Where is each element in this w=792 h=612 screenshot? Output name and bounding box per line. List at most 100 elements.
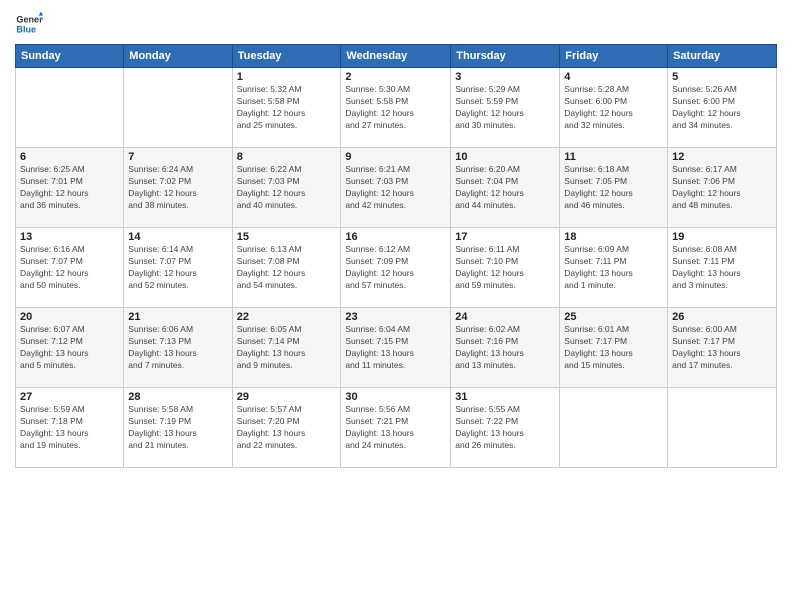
day-cell: 29Sunrise: 5:57 AM Sunset: 7:20 PM Dayli… xyxy=(232,388,341,468)
day-info: Sunrise: 5:28 AM Sunset: 6:00 PM Dayligh… xyxy=(564,84,663,132)
day-info: Sunrise: 5:26 AM Sunset: 6:00 PM Dayligh… xyxy=(672,84,772,132)
day-header-friday: Friday xyxy=(560,45,668,68)
day-info: Sunrise: 6:06 AM Sunset: 7:13 PM Dayligh… xyxy=(128,324,227,372)
day-number: 11 xyxy=(564,151,663,163)
logo-icon: General Blue xyxy=(15,10,43,38)
day-cell: 11Sunrise: 6:18 AM Sunset: 7:05 PM Dayli… xyxy=(560,148,668,228)
day-cell: 23Sunrise: 6:04 AM Sunset: 7:15 PM Dayli… xyxy=(341,308,451,388)
day-number: 1 xyxy=(237,71,337,83)
day-cell: 28Sunrise: 5:58 AM Sunset: 7:19 PM Dayli… xyxy=(124,388,232,468)
day-number: 31 xyxy=(455,391,555,403)
day-info: Sunrise: 6:00 AM Sunset: 7:17 PM Dayligh… xyxy=(672,324,772,372)
day-cell: 31Sunrise: 5:55 AM Sunset: 7:22 PM Dayli… xyxy=(451,388,560,468)
day-cell: 22Sunrise: 6:05 AM Sunset: 7:14 PM Dayli… xyxy=(232,308,341,388)
day-cell: 19Sunrise: 6:08 AM Sunset: 7:11 PM Dayli… xyxy=(668,228,777,308)
day-number: 21 xyxy=(128,311,227,323)
week-row-1: 6Sunrise: 6:25 AM Sunset: 7:01 PM Daylig… xyxy=(16,148,777,228)
day-number: 7 xyxy=(128,151,227,163)
day-info: Sunrise: 5:59 AM Sunset: 7:18 PM Dayligh… xyxy=(20,404,119,452)
day-header-saturday: Saturday xyxy=(668,45,777,68)
day-info: Sunrise: 6:14 AM Sunset: 7:07 PM Dayligh… xyxy=(128,244,227,292)
day-cell xyxy=(668,388,777,468)
day-info: Sunrise: 6:18 AM Sunset: 7:05 PM Dayligh… xyxy=(564,164,663,212)
day-cell: 1Sunrise: 5:32 AM Sunset: 5:58 PM Daylig… xyxy=(232,68,341,148)
day-number: 9 xyxy=(345,151,446,163)
day-info: Sunrise: 6:01 AM Sunset: 7:17 PM Dayligh… xyxy=(564,324,663,372)
day-number: 19 xyxy=(672,231,772,243)
day-info: Sunrise: 6:08 AM Sunset: 7:11 PM Dayligh… xyxy=(672,244,772,292)
day-number: 22 xyxy=(237,311,337,323)
header-row: SundayMondayTuesdayWednesdayThursdayFrid… xyxy=(16,45,777,68)
logo: General Blue xyxy=(15,10,43,38)
day-number: 10 xyxy=(455,151,555,163)
day-header-wednesday: Wednesday xyxy=(341,45,451,68)
day-number: 3 xyxy=(455,71,555,83)
day-number: 6 xyxy=(20,151,119,163)
calendar: SundayMondayTuesdayWednesdayThursdayFrid… xyxy=(15,44,777,468)
day-cell xyxy=(560,388,668,468)
day-cell: 8Sunrise: 6:22 AM Sunset: 7:03 PM Daylig… xyxy=(232,148,341,228)
day-cell: 16Sunrise: 6:12 AM Sunset: 7:09 PM Dayli… xyxy=(341,228,451,308)
svg-text:Blue: Blue xyxy=(16,24,36,34)
day-info: Sunrise: 6:07 AM Sunset: 7:12 PM Dayligh… xyxy=(20,324,119,372)
day-header-tuesday: Tuesday xyxy=(232,45,341,68)
day-number: 29 xyxy=(237,391,337,403)
day-number: 20 xyxy=(20,311,119,323)
day-cell: 14Sunrise: 6:14 AM Sunset: 7:07 PM Dayli… xyxy=(124,228,232,308)
day-cell: 15Sunrise: 6:13 AM Sunset: 7:08 PM Dayli… xyxy=(232,228,341,308)
day-header-sunday: Sunday xyxy=(16,45,124,68)
week-row-3: 20Sunrise: 6:07 AM Sunset: 7:12 PM Dayli… xyxy=(16,308,777,388)
day-number: 12 xyxy=(672,151,772,163)
day-number: 30 xyxy=(345,391,446,403)
day-number: 16 xyxy=(345,231,446,243)
day-cell: 7Sunrise: 6:24 AM Sunset: 7:02 PM Daylig… xyxy=(124,148,232,228)
day-info: Sunrise: 5:56 AM Sunset: 7:21 PM Dayligh… xyxy=(345,404,446,452)
day-info: Sunrise: 5:55 AM Sunset: 7:22 PM Dayligh… xyxy=(455,404,555,452)
day-header-monday: Monday xyxy=(124,45,232,68)
day-info: Sunrise: 6:12 AM Sunset: 7:09 PM Dayligh… xyxy=(345,244,446,292)
day-number: 27 xyxy=(20,391,119,403)
day-number: 17 xyxy=(455,231,555,243)
day-info: Sunrise: 5:58 AM Sunset: 7:19 PM Dayligh… xyxy=(128,404,227,452)
day-cell: 12Sunrise: 6:17 AM Sunset: 7:06 PM Dayli… xyxy=(668,148,777,228)
day-info: Sunrise: 6:20 AM Sunset: 7:04 PM Dayligh… xyxy=(455,164,555,212)
day-number: 26 xyxy=(672,311,772,323)
day-cell: 6Sunrise: 6:25 AM Sunset: 7:01 PM Daylig… xyxy=(16,148,124,228)
day-cell: 5Sunrise: 5:26 AM Sunset: 6:00 PM Daylig… xyxy=(668,68,777,148)
day-cell: 20Sunrise: 6:07 AM Sunset: 7:12 PM Dayli… xyxy=(16,308,124,388)
day-info: Sunrise: 6:17 AM Sunset: 7:06 PM Dayligh… xyxy=(672,164,772,212)
day-header-thursday: Thursday xyxy=(451,45,560,68)
week-row-4: 27Sunrise: 5:59 AM Sunset: 7:18 PM Dayli… xyxy=(16,388,777,468)
day-info: Sunrise: 6:25 AM Sunset: 7:01 PM Dayligh… xyxy=(20,164,119,212)
day-cell: 10Sunrise: 6:20 AM Sunset: 7:04 PM Dayli… xyxy=(451,148,560,228)
week-row-0: 1Sunrise: 5:32 AM Sunset: 5:58 PM Daylig… xyxy=(16,68,777,148)
day-cell xyxy=(16,68,124,148)
day-cell: 27Sunrise: 5:59 AM Sunset: 7:18 PM Dayli… xyxy=(16,388,124,468)
day-number: 28 xyxy=(128,391,227,403)
day-cell: 2Sunrise: 5:30 AM Sunset: 5:58 PM Daylig… xyxy=(341,68,451,148)
day-info: Sunrise: 6:02 AM Sunset: 7:16 PM Dayligh… xyxy=(455,324,555,372)
day-info: Sunrise: 6:04 AM Sunset: 7:15 PM Dayligh… xyxy=(345,324,446,372)
day-cell: 4Sunrise: 5:28 AM Sunset: 6:00 PM Daylig… xyxy=(560,68,668,148)
day-cell xyxy=(124,68,232,148)
day-number: 14 xyxy=(128,231,227,243)
day-cell: 13Sunrise: 6:16 AM Sunset: 7:07 PM Dayli… xyxy=(16,228,124,308)
day-number: 15 xyxy=(237,231,337,243)
day-number: 8 xyxy=(237,151,337,163)
day-cell: 30Sunrise: 5:56 AM Sunset: 7:21 PM Dayli… xyxy=(341,388,451,468)
day-cell: 9Sunrise: 6:21 AM Sunset: 7:03 PM Daylig… xyxy=(341,148,451,228)
day-cell: 26Sunrise: 6:00 AM Sunset: 7:17 PM Dayli… xyxy=(668,308,777,388)
day-number: 25 xyxy=(564,311,663,323)
day-info: Sunrise: 6:22 AM Sunset: 7:03 PM Dayligh… xyxy=(237,164,337,212)
day-info: Sunrise: 6:21 AM Sunset: 7:03 PM Dayligh… xyxy=(345,164,446,212)
day-number: 2 xyxy=(345,71,446,83)
day-cell: 25Sunrise: 6:01 AM Sunset: 7:17 PM Dayli… xyxy=(560,308,668,388)
day-number: 24 xyxy=(455,311,555,323)
day-number: 13 xyxy=(20,231,119,243)
page: General Blue SundayMondayTuesdayWednesda… xyxy=(0,0,792,612)
day-number: 5 xyxy=(672,71,772,83)
day-info: Sunrise: 5:30 AM Sunset: 5:58 PM Dayligh… xyxy=(345,84,446,132)
day-cell: 24Sunrise: 6:02 AM Sunset: 7:16 PM Dayli… xyxy=(451,308,560,388)
week-row-2: 13Sunrise: 6:16 AM Sunset: 7:07 PM Dayli… xyxy=(16,228,777,308)
day-cell: 3Sunrise: 5:29 AM Sunset: 5:59 PM Daylig… xyxy=(451,68,560,148)
